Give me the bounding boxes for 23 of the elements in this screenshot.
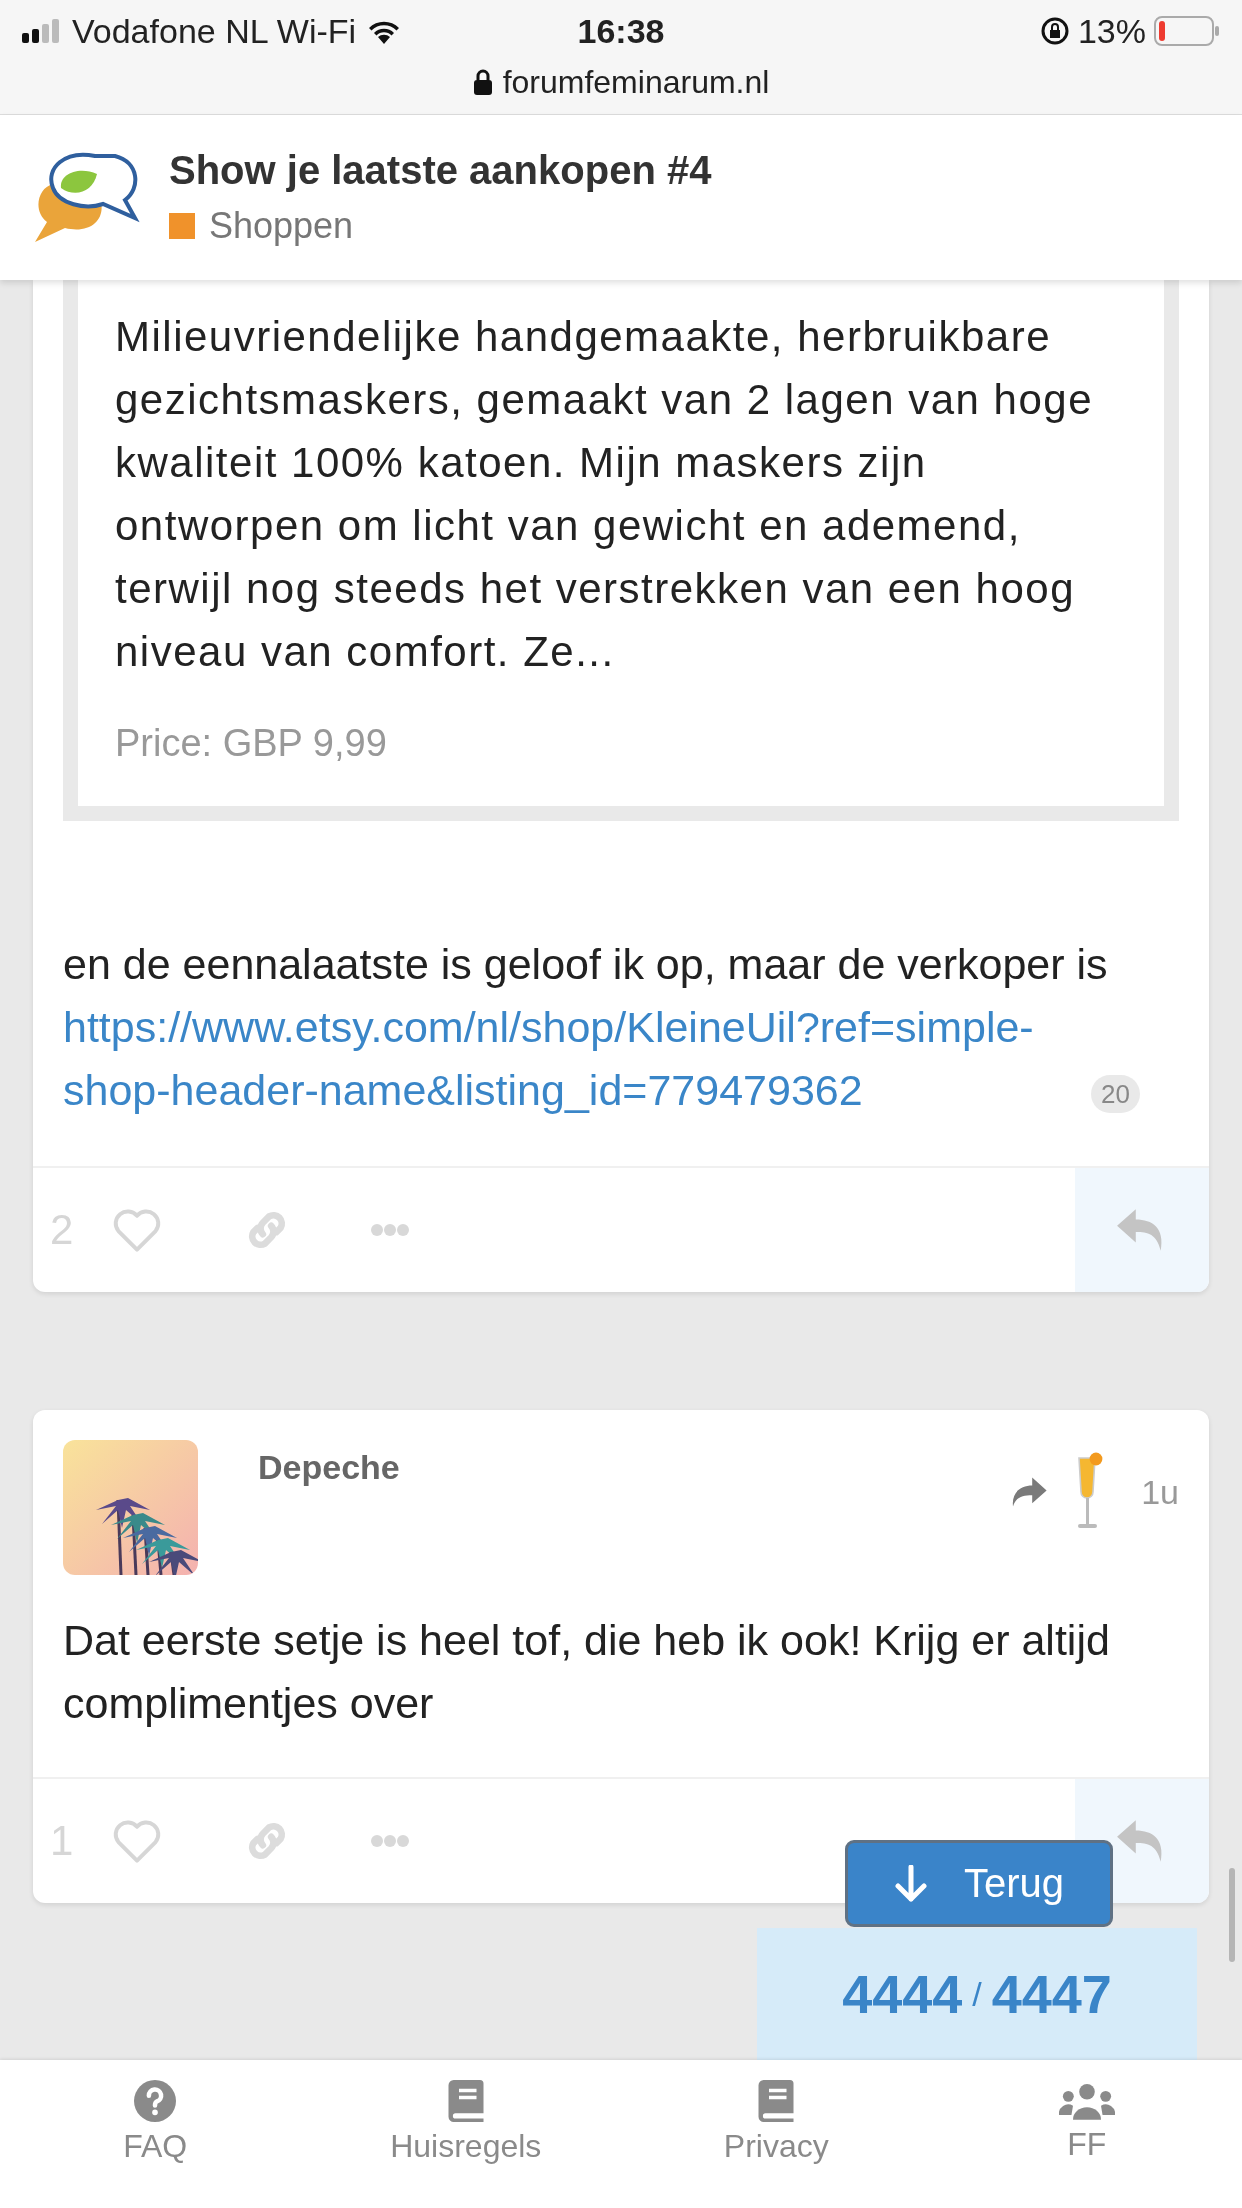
- post-time: 1u: [1141, 1472, 1179, 1512]
- battery-percent: 13%: [1077, 11, 1146, 51]
- separator: /: [972, 1974, 982, 2014]
- total-posts: 4447: [991, 1963, 1112, 2025]
- nav-item[interactable]: FAQ: [0, 2060, 311, 2208]
- post-text: en de eennalaatste is geloof ik op, maar de verkoper is: [63, 939, 1109, 990]
- post-counter[interactable]: 4444 / 4447: [757, 1928, 1197, 2060]
- preview-price: Price: GBP 9,99: [115, 721, 388, 766]
- back-button[interactable]: Terug: [845, 1840, 1113, 1927]
- click-count: 20: [1091, 1074, 1140, 1113]
- author-name[interactable]: Depeche: [258, 1448, 1010, 1487]
- carrier-name: Vodafone NL Wi-Fi: [72, 11, 357, 51]
- nav-item[interactable]: Huisregels: [310, 2060, 621, 2208]
- current-post: 4444: [842, 1963, 963, 2025]
- preview-description: Milieuvriendelijke handgemaakte, herbruikbare gezichtsmaskers, gemaakt van 2 lagen van hoge kwaliteit 100% katoen. Mijn maskers zijn ontworpen om licht van gewicht en ademend, terwijl nog steeds het verstrekken van een hoog niveau van comfort. Ze...: [115, 312, 1095, 677]
- url-text[interactable]: forumfeminarum.nl: [502, 63, 770, 101]
- category-name[interactable]: Shoppen: [209, 205, 354, 247]
- nav-item[interactable]: Privacy: [621, 2060, 932, 2208]
- nav-item[interactable]: FF: [931, 2060, 1242, 2208]
- clock: 16:38: [577, 11, 665, 51]
- shop-link[interactable]: https://www.etsy.com/nl/shop/KleineUil?ref=simple-shop-header-name&listing_id=779479362: [63, 996, 1083, 1122]
- topic-title[interactable]: Show je laatste aankopen #4: [169, 148, 712, 193]
- post-text: Dat eerste setje is heel tof, die heb ik ook! Krijg er altijd complimentjes over: [62, 1615, 1111, 1729]
